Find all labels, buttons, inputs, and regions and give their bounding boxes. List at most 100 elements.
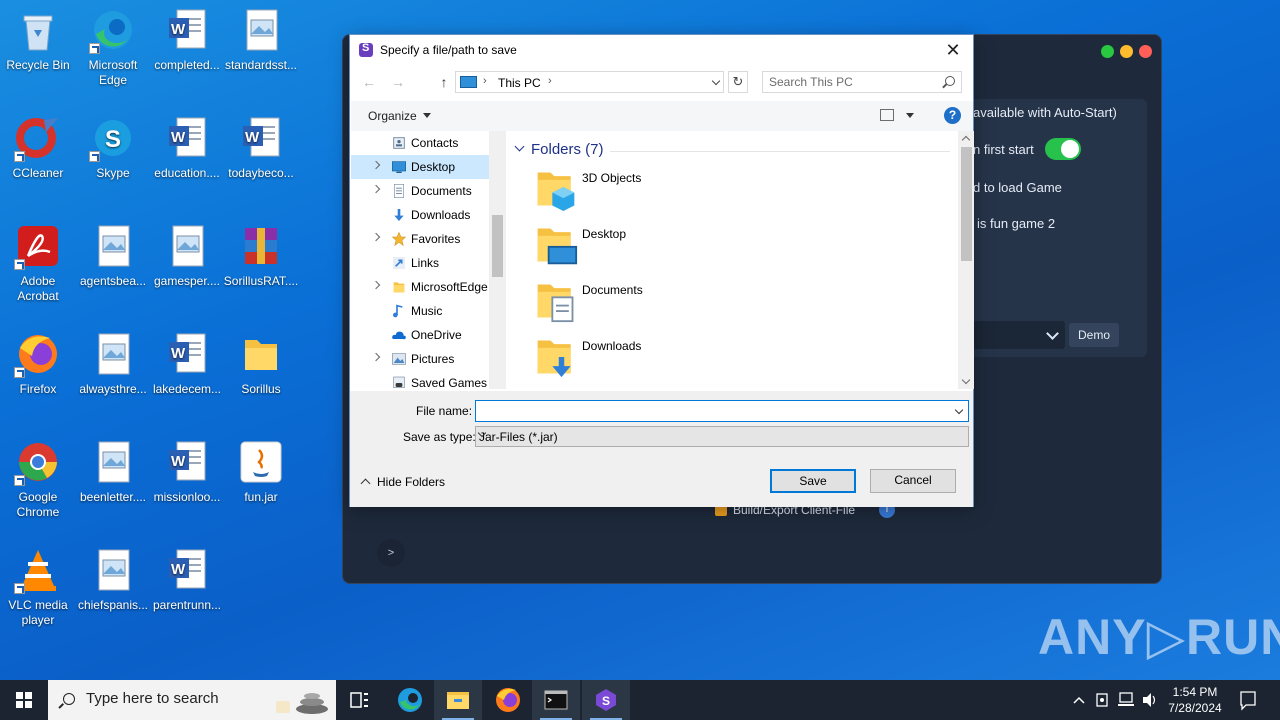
breadcrumb-this-pc[interactable]: This PC: [498, 76, 541, 90]
desktop-icon[interactable]: chiefspanis...: [75, 546, 151, 613]
forward-arrow-icon[interactable]: →: [388, 72, 408, 92]
chevron-right-icon[interactable]: [371, 160, 381, 170]
tree-item-contacts[interactable]: Contacts: [351, 131, 490, 155]
taskbar-terminal[interactable]: [532, 680, 580, 720]
prompt-button[interactable]: >: [377, 539, 405, 567]
hide-folders-button[interactable]: Hide Folders: [362, 475, 445, 489]
tree-item-pictures[interactable]: Pictures: [351, 347, 490, 371]
desktop-icon-label: VLC media player: [8, 598, 68, 627]
chevron-right-icon[interactable]: [371, 352, 381, 362]
file-name-combobox[interactable]: [475, 400, 969, 422]
command-bar: Organize ?: [351, 101, 973, 131]
close-icon[interactable]: ✕: [939, 39, 967, 61]
desktop-icon[interactable]: Adobe Acrobat: [0, 222, 76, 304]
task-view-button[interactable]: [336, 680, 384, 720]
search-input[interactable]: [763, 72, 933, 92]
change-view-icon[interactable]: [880, 109, 894, 121]
game-select-dropdown[interactable]: [973, 321, 1065, 349]
organize-menu-button[interactable]: Organize: [368, 109, 431, 123]
desktop-icon[interactable]: CCleaner: [0, 114, 76, 181]
taskbar-firefox[interactable]: [484, 680, 532, 720]
desktop-icon[interactable]: Wmissionloo...: [149, 438, 225, 505]
notification-center-icon[interactable]: [1238, 680, 1258, 720]
desktop-icon[interactable]: Weducation....: [149, 114, 225, 181]
help-icon[interactable]: ?: [944, 107, 961, 124]
desktop-icon[interactable]: VLC media player: [0, 546, 76, 628]
window-minimize-dot[interactable]: [1120, 45, 1133, 58]
meet-now-icon[interactable]: [1094, 680, 1112, 720]
taskbar-search-input[interactable]: [86, 690, 246, 707]
desktop-icon[interactable]: Recycle Bin: [0, 6, 76, 73]
desktop-icon[interactable]: agentsbea...: [75, 222, 151, 289]
chevron-right-icon[interactable]: [371, 184, 381, 194]
navigation-pane-scrollbar[interactable]: [489, 131, 506, 389]
chevron-down-icon[interactable]: [954, 405, 964, 415]
save-button[interactable]: Save: [770, 469, 856, 493]
tree-item-label: Favorites: [411, 232, 461, 246]
address-bar[interactable]: › This PC ›: [455, 71, 724, 93]
folder-item-downloads[interactable]: Downloads: [534, 335, 834, 387]
tree-item-saved-games[interactable]: Saved Games: [351, 371, 490, 389]
file-name-field[interactable]: [476, 401, 946, 421]
folder-item-desktop[interactable]: Desktop: [534, 223, 834, 275]
scroll-up-icon[interactable]: [961, 135, 971, 145]
cancel-button[interactable]: Cancel: [870, 469, 956, 493]
file-explorer-icon: [447, 692, 469, 709]
chevron-right-icon[interactable]: [371, 280, 381, 290]
tree-item-onedrive[interactable]: OneDrive: [351, 323, 490, 347]
taskbar-file-explorer[interactable]: [434, 680, 482, 720]
breadcrumb-separator[interactable]: ›: [548, 75, 552, 87]
save-as-type-select[interactable]: Jar-Files (*.jar): [475, 426, 969, 447]
folder-item-3d-objects[interactable]: 3D Objects: [534, 167, 834, 219]
desktop-icon[interactable]: Wlakedecem...: [149, 330, 225, 397]
desktop-icon[interactable]: alwaysthre...: [75, 330, 151, 397]
window-maximize-dot[interactable]: [1101, 45, 1114, 58]
taskbar-edge[interactable]: [386, 680, 434, 720]
taskbar-search-box: [48, 680, 336, 720]
desktop-icon[interactable]: SorillusRAT....: [223, 222, 299, 289]
scrollbar-thumb[interactable]: [961, 147, 972, 261]
desktop-icon[interactable]: Wparentrunn...: [149, 546, 225, 613]
desktop-icon[interactable]: fun.jar: [223, 438, 299, 505]
desktop-icon[interactable]: Google Chrome: [0, 438, 76, 520]
tree-item-desktop[interactable]: Desktop: [351, 155, 490, 179]
back-arrow-icon[interactable]: ←: [359, 72, 379, 92]
tree-item-label: Pictures: [411, 352, 455, 366]
window-close-dot[interactable]: [1139, 45, 1152, 58]
desktop-icon[interactable]: gamesper....: [149, 222, 225, 289]
folders-group-header[interactable]: Folders (7): [516, 141, 604, 158]
save-form: File name: Save as type: Jar-Files (*.ja…: [350, 391, 973, 507]
content-scrollbar[interactable]: [958, 131, 974, 389]
tree-item-music[interactable]: Music: [351, 299, 490, 323]
taskbar-sorillus[interactable]: S: [582, 680, 630, 720]
desktop-icon[interactable]: Wtodaybeco...: [223, 114, 299, 181]
start-button[interactable]: [0, 680, 48, 720]
demo-button[interactable]: Demo: [1069, 323, 1119, 347]
tree-item-documents[interactable]: Documents: [351, 179, 490, 203]
tree-item-microsoftedge[interactable]: MicrosoftEdge: [351, 275, 490, 299]
tree-item-links[interactable]: Links: [351, 251, 490, 275]
desktop-icon[interactable]: beenletter....: [75, 438, 151, 505]
desktop-folder-icon: [391, 159, 407, 174]
up-arrow-icon[interactable]: ↑: [434, 72, 454, 92]
tree-item-downloads[interactable]: Downloads: [351, 203, 490, 227]
desktop-icon[interactable]: standardsst...: [223, 6, 299, 73]
chevron-right-icon[interactable]: [371, 232, 381, 242]
first-start-toggle[interactable]: [1045, 138, 1081, 160]
show-hidden-icons-icon[interactable]: [1070, 680, 1088, 720]
refresh-icon[interactable]: ↻: [728, 71, 748, 93]
scrollbar-thumb[interactable]: [492, 215, 503, 277]
system-clock[interactable]: 1:54 PM 7/28/2024: [1160, 684, 1230, 716]
desktop-icon[interactable]: Sorillus: [223, 330, 299, 397]
folder-item-documents[interactable]: Documents: [534, 279, 834, 331]
desktop-icon[interactable]: Firefox: [0, 330, 76, 397]
desktop-icon[interactable]: Microsoft Edge: [75, 6, 151, 88]
volume-icon[interactable]: [1140, 680, 1160, 720]
network-icon[interactable]: [1116, 680, 1136, 720]
chevron-down-icon[interactable]: [711, 76, 721, 86]
tree-item-favorites[interactable]: Favorites: [351, 227, 490, 251]
desktop-icon[interactable]: S Skype: [75, 114, 151, 181]
scroll-down-icon[interactable]: [961, 375, 971, 385]
view-options-dropdown-icon[interactable]: [906, 113, 914, 118]
desktop-icon[interactable]: Wcompleted...: [149, 6, 225, 73]
